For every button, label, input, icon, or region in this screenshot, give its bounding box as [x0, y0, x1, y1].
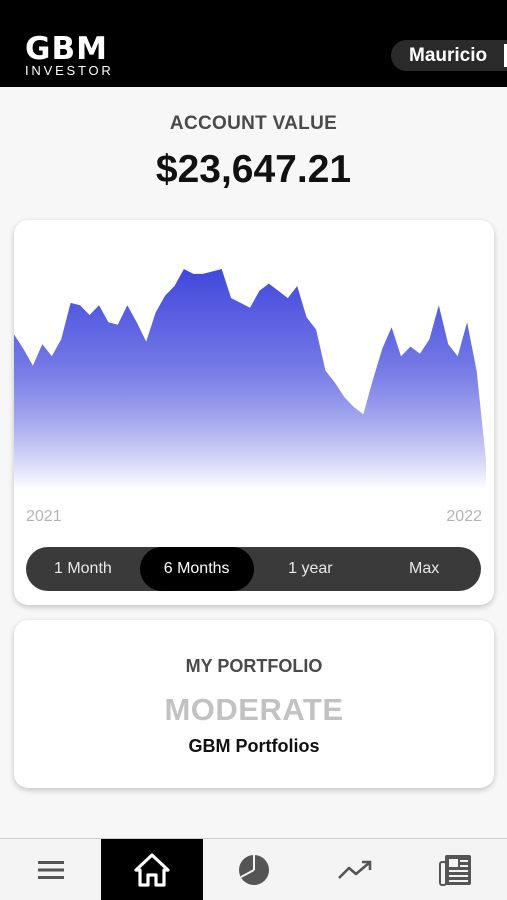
tab-market[interactable]	[304, 839, 405, 900]
menu-icon	[37, 860, 64, 879]
news-icon	[439, 854, 472, 886]
gbm-logo: GBM INVESTOR	[25, 34, 114, 78]
time-range-selector: 1 Month 6 Months 1 year Max	[26, 547, 481, 591]
account-value-label: ACCOUNT VALUE	[169, 113, 338, 134]
logo-sub-text: INVESTOR	[25, 63, 114, 78]
tab-news[interactable]	[406, 839, 507, 900]
app-header: GBM INVESTOR Mauricio	[0, 0, 507, 87]
bottom-tab-bar	[0, 838, 507, 900]
portfolio-name: GBM Portfolios	[188, 736, 320, 756]
pie-chart-icon	[238, 854, 269, 885]
portfolio-risk-level: MODERATE	[164, 692, 344, 727]
range-max-button[interactable]: Max	[367, 547, 481, 591]
user-name: Mauricio	[409, 45, 488, 66]
tab-portfolio[interactable]	[203, 839, 304, 900]
tab-menu[interactable]	[0, 839, 101, 900]
user-profile-button[interactable]: Mauricio	[391, 40, 507, 71]
account-value-amount: $23,647.21	[155, 148, 352, 191]
chart-end-year: 2022	[446, 508, 482, 525]
logo-main-text: GBM	[25, 31, 108, 67]
range-1-month-button[interactable]: 1 Month	[26, 547, 140, 591]
tab-home[interactable]	[101, 839, 203, 900]
chart-start-year: 2021	[26, 508, 62, 525]
home-icon	[134, 852, 170, 887]
performance-chart	[14, 269, 486, 490]
chart-area-series	[14, 269, 486, 490]
range-1-year-button[interactable]: 1 year	[254, 547, 368, 591]
my-portfolio-card[interactable]: MY PORTFOLIO MODERATE GBM Portfolios	[14, 620, 494, 788]
trending-icon	[338, 860, 372, 879]
range-6-months-button[interactable]: 6 Months	[139, 547, 254, 591]
performance-chart-card: 2021 2022 1 Month 6 Months 1 year Max	[14, 220, 494, 605]
portfolio-label: MY PORTFOLIO	[185, 656, 323, 676]
